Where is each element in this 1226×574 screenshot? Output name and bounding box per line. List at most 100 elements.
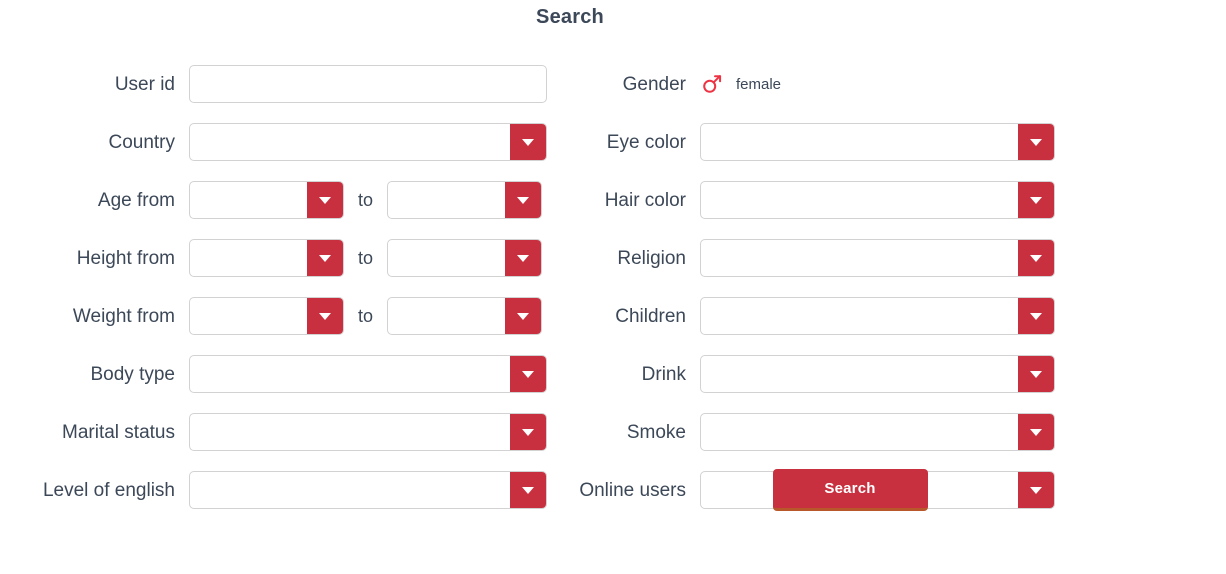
field-area-children: [700, 297, 1055, 335]
chevron-down-icon: [1030, 370, 1042, 378]
chevron-down-icon: [517, 196, 530, 204]
chevron-down-icon: [522, 138, 534, 146]
form-row-children: Children: [570, 287, 1130, 345]
form-row-smoke: Smoke: [570, 403, 1130, 461]
field-area-level-of-english: [189, 471, 547, 509]
field-area-eye-color: [700, 123, 1055, 161]
drink-select-toggle[interactable]: [1018, 356, 1054, 392]
weight-to-select-toggle[interactable]: [505, 298, 542, 334]
field-area-marital-status: [189, 413, 547, 451]
level-of-english-select-toggle[interactable]: [510, 472, 546, 508]
label-drink: Drink: [641, 363, 686, 385]
field-area-drink: [700, 355, 1055, 393]
chevron-down-icon: [319, 254, 331, 262]
chevron-down-icon: [522, 486, 534, 494]
age-to-select-toggle[interactable]: [505, 182, 542, 218]
field-area-religion: [700, 239, 1055, 277]
weight-to-select[interactable]: [387, 297, 543, 335]
form-column-left: User id Country Age from to Height from …: [0, 55, 570, 519]
field-area-body-type: [189, 355, 547, 393]
field-area-user-id: [189, 65, 547, 103]
label-user-id: User id: [114, 73, 175, 95]
age-to-select[interactable]: [387, 181, 543, 219]
body-type-select-toggle[interactable]: [510, 356, 546, 392]
age-from-select-toggle[interactable]: [307, 182, 343, 218]
form-row-religion: Religion: [570, 229, 1130, 287]
form-column-right: Gender female Eye color Hair color Relig…: [570, 55, 1130, 519]
chevron-down-icon: [1030, 428, 1042, 436]
chevron-down-icon: [319, 312, 331, 320]
form-row-level-of-english: Level of english: [0, 461, 570, 519]
gender-field[interactable]: female: [700, 72, 781, 96]
label-gender: Gender: [622, 73, 686, 95]
height-from-select-toggle[interactable]: [307, 240, 343, 276]
level-of-english-select[interactable]: [189, 471, 547, 509]
form-row-body-type: Body type: [0, 345, 570, 403]
form-row-eye-color: Eye color: [570, 113, 1130, 171]
chevron-down-icon: [1030, 196, 1042, 204]
chevron-down-icon: [1030, 312, 1042, 320]
form-row-age: Age from to: [0, 171, 570, 229]
chevron-down-icon: [517, 254, 530, 262]
eye-color-select[interactable]: [700, 123, 1055, 161]
age-from-select[interactable]: [189, 181, 344, 219]
eye-color-select-toggle[interactable]: [1018, 124, 1054, 160]
drink-select[interactable]: [700, 355, 1055, 393]
label-children: Children: [615, 305, 686, 327]
field-area-hair-color: [700, 181, 1055, 219]
weight-from-select-toggle[interactable]: [307, 298, 343, 334]
weight-range-separator: to: [358, 306, 374, 326]
smoke-select-toggle[interactable]: [1018, 414, 1054, 450]
country-select-toggle[interactable]: [510, 124, 546, 160]
label-age-from: Age from: [97, 189, 175, 211]
form-row-user-id: User id: [0, 55, 570, 113]
chevron-down-icon: [1030, 254, 1042, 262]
hair-color-select-toggle[interactable]: [1018, 182, 1054, 218]
smoke-select[interactable]: [700, 413, 1055, 451]
label-height-from: Height from: [76, 247, 175, 269]
country-select[interactable]: [189, 123, 547, 161]
search-button-container: Search: [570, 469, 1130, 511]
label-hair-color: Hair color: [604, 189, 686, 211]
field-area-country: [189, 123, 547, 161]
religion-select[interactable]: [700, 239, 1055, 277]
height-range-separator: to: [358, 248, 374, 268]
weight-from-select[interactable]: [189, 297, 344, 335]
label-weight-from: Weight from: [72, 305, 175, 327]
height-from-select[interactable]: [189, 239, 344, 277]
children-select-toggle[interactable]: [1018, 298, 1054, 334]
form-row-country: Country: [0, 113, 570, 171]
chevron-down-icon: [522, 428, 534, 436]
mars-gender-icon: [700, 72, 724, 96]
chevron-down-icon: [522, 370, 534, 378]
field-area-height: to: [189, 239, 543, 277]
religion-select-toggle[interactable]: [1018, 240, 1054, 276]
search-button[interactable]: Search: [772, 469, 928, 511]
gender-value: female: [736, 75, 782, 93]
age-range-separator: to: [358, 190, 374, 210]
chevron-down-icon: [517, 312, 530, 320]
label-religion: Religion: [617, 247, 686, 269]
label-country: Country: [108, 131, 175, 153]
children-select[interactable]: [700, 297, 1055, 335]
user-id-input[interactable]: [189, 65, 547, 103]
form-row-drink: Drink: [570, 345, 1130, 403]
label-marital-status: Marital status: [62, 421, 175, 443]
hair-color-select[interactable]: [700, 181, 1055, 219]
form-row-height: Height from to: [0, 229, 570, 287]
body-type-select[interactable]: [189, 355, 547, 393]
form-row-hair-color: Hair color: [570, 171, 1130, 229]
label-level-of-english: Level of english: [42, 479, 175, 501]
label-smoke: Smoke: [626, 421, 686, 443]
field-area-smoke: [700, 413, 1055, 451]
form-row-marital-status: Marital status: [0, 403, 570, 461]
marital-status-select[interactable]: [189, 413, 547, 451]
height-to-select-toggle[interactable]: [505, 240, 542, 276]
field-area-weight: to: [189, 297, 543, 335]
chevron-down-icon: [319, 196, 331, 204]
form-row-weight: Weight from to: [0, 287, 570, 345]
marital-status-select-toggle[interactable]: [510, 414, 546, 450]
height-to-select[interactable]: [387, 239, 543, 277]
field-area-age: to: [189, 181, 543, 219]
label-eye-color: Eye color: [606, 131, 686, 153]
